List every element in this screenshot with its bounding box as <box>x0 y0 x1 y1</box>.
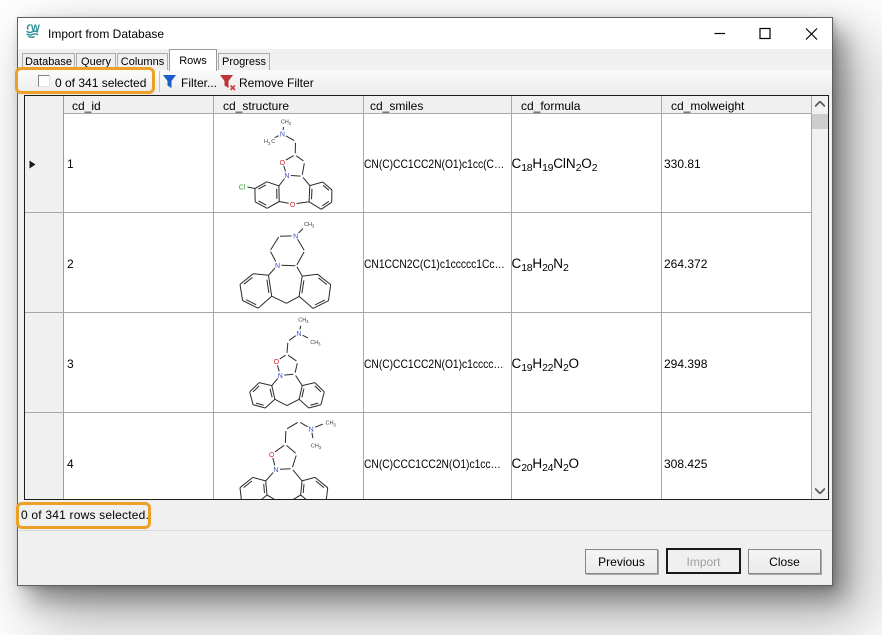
svg-text:CH: CH <box>325 421 333 427</box>
svg-text:O: O <box>269 452 275 459</box>
svg-text:3: 3 <box>289 121 292 126</box>
svg-text:N: N <box>275 263 280 270</box>
svg-text:N: N <box>273 467 278 474</box>
svg-text:N: N <box>278 373 283 380</box>
svg-text:N: N <box>296 331 301 338</box>
svg-text:3: 3 <box>318 342 321 347</box>
svg-text:CH: CH <box>311 444 319 450</box>
svg-text:C: C <box>271 139 275 145</box>
svg-text:CH: CH <box>281 120 289 126</box>
svg-text:3: 3 <box>319 445 322 450</box>
svg-text:Cl: Cl <box>239 184 246 191</box>
svg-text:CH: CH <box>310 340 318 346</box>
svg-text:3: 3 <box>306 319 309 324</box>
svg-text:W: W <box>31 23 40 34</box>
svg-text:N: N <box>293 234 298 241</box>
svg-text:O: O <box>274 359 280 366</box>
svg-text:N: N <box>284 173 289 180</box>
svg-text:CH: CH <box>304 222 312 228</box>
svg-text:3: 3 <box>312 224 315 229</box>
svg-text:O: O <box>280 160 286 167</box>
svg-text:N: N <box>280 132 285 139</box>
svg-text:3: 3 <box>333 422 336 427</box>
svg-text:O: O <box>290 202 296 209</box>
svg-text:N: N <box>309 427 314 434</box>
svg-text:CH: CH <box>298 318 306 324</box>
